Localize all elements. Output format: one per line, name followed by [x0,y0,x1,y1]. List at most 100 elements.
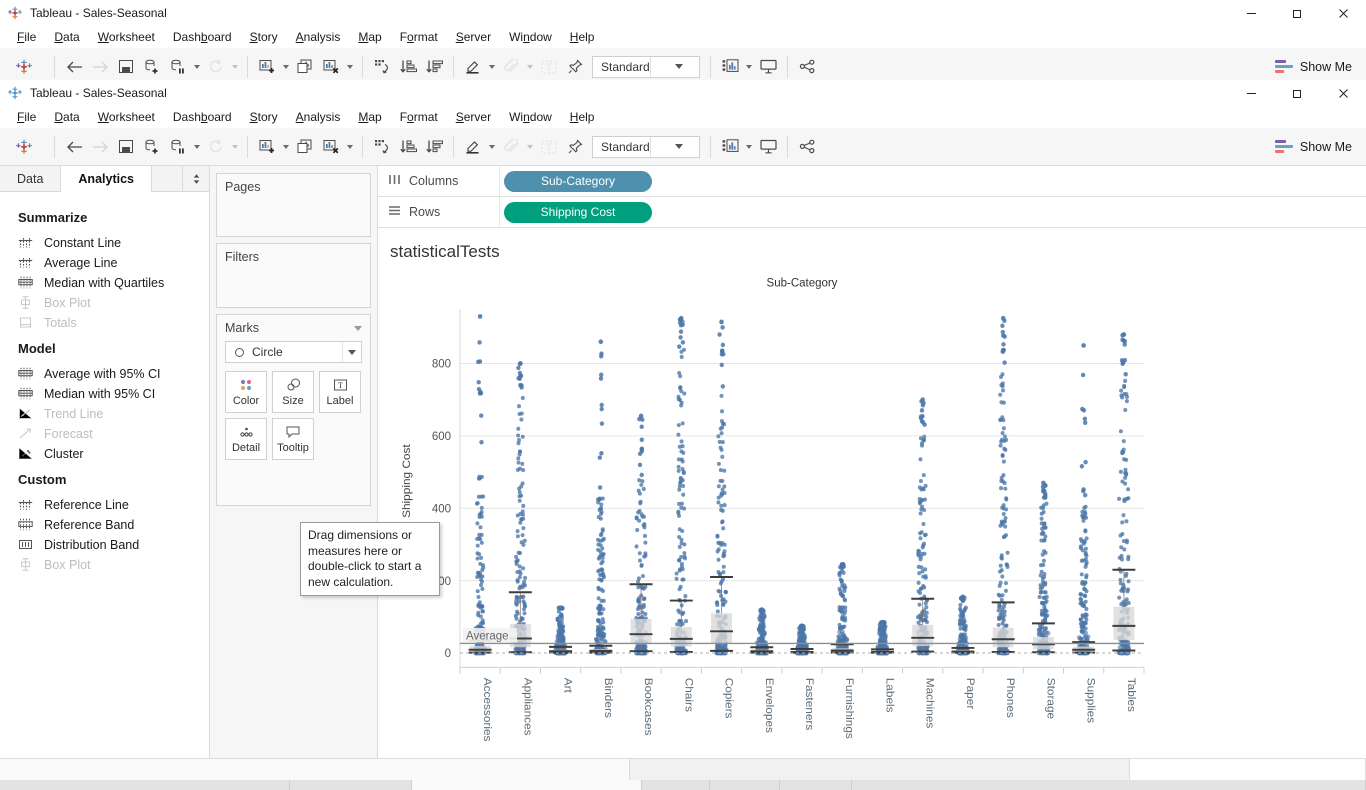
menu-story[interactable]: Story [241,28,287,46]
tab-data[interactable]: Data [0,166,61,191]
analytics-item-reference-line[interactable]: Reference Line [0,495,209,515]
box-plot[interactable] [791,649,814,653]
cards-caret-icon[interactable] [743,134,755,160]
menu-analysis[interactable]: Analysis [287,108,350,126]
x-tick-label[interactable]: Phones [1004,678,1017,718]
chevron-down-icon[interactable] [650,137,699,157]
x-tick-label[interactable]: Bookcases [642,678,655,736]
show-hide-cards-icon[interactable] [717,54,743,80]
sort-descending-icon[interactable] [421,54,447,80]
marks-size-button[interactable]: Size [272,371,314,413]
mark-cluster[interactable] [835,562,849,655]
clear-sheet-caret-icon[interactable] [344,134,356,160]
menu-file[interactable]: File [8,28,45,46]
fix-axes-icon[interactable] [562,54,588,80]
pause-updates-caret-icon[interactable] [191,54,203,80]
menu-data[interactable]: Data [45,108,88,126]
fit-dropdown[interactable]: Standard [592,56,700,78]
menu-map[interactable]: Map [349,108,390,126]
analytics-item-cluster[interactable]: Cluster [0,444,209,464]
rows-drop-zone[interactable]: Shipping Cost [500,197,1366,227]
show-hide-cards-icon[interactable] [717,134,743,160]
menu-data[interactable]: Data [45,28,88,46]
highlight-caret-icon[interactable] [486,134,498,160]
analytics-item-average-with-95-ci[interactable]: Average with 95% CI [0,364,209,384]
menu-map[interactable]: Map [349,28,390,46]
menu-file[interactable]: File [8,108,45,126]
new-worksheet-caret-icon[interactable] [280,134,292,160]
x-tick-label[interactable]: Chairs [682,678,695,712]
back-arrow-icon[interactable] [61,134,87,160]
x-tick-label[interactable]: Furnishings [843,678,856,739]
highlight-icon[interactable] [460,54,486,80]
menu-server[interactable]: Server [447,28,500,46]
box-plot[interactable] [1112,570,1135,651]
chart-svg[interactable]: Sub-Category0200400600800Shipping CostAv… [378,266,1366,758]
mark-cluster[interactable] [1077,343,1091,655]
tableau-logo-icon[interactable] [0,58,48,76]
x-tick-label[interactable]: Envelopes [763,678,776,733]
show-me-button[interactable]: Show Me [1275,60,1352,74]
sort-toggle-icon[interactable] [183,166,209,191]
minimize-button[interactable] [1228,80,1274,106]
tab-strip-nav[interactable] [0,780,290,790]
x-tick-label[interactable]: Machines [924,678,937,729]
clear-sheet-caret-icon[interactable] [344,54,356,80]
new-data-source-icon[interactable] [139,134,165,160]
pill-shipping-cost[interactable]: Shipping Cost [504,202,652,223]
menu-worksheet[interactable]: Worksheet [89,108,164,126]
menu-server[interactable]: Server [447,108,500,126]
chevron-down-icon[interactable] [650,57,699,77]
close-button[interactable] [1320,80,1366,106]
tab-analytics[interactable]: Analytics [61,166,152,192]
pause-auto-updates-icon[interactable] [165,134,191,160]
share-workbook-icon[interactable] [794,54,820,80]
chart-canvas[interactable]: Sub-Category0200400600800Shipping CostAv… [378,266,1366,758]
tab-strip-segment[interactable] [290,780,412,790]
box-plot[interactable] [1032,623,1055,652]
clear-sheet-icon[interactable] [318,54,344,80]
analytics-item-reference-band[interactable]: Reference Band [0,515,209,535]
box-plot[interactable] [589,646,612,653]
maximize-button[interactable] [1274,0,1320,26]
menu-help[interactable]: Help [561,108,604,126]
new-dashboard-tab[interactable] [710,780,780,790]
marks-label-button[interactable]: T Label [319,371,361,413]
new-worksheet-icon[interactable] [254,54,280,80]
x-tick-label[interactable]: Tables [1125,678,1138,712]
box-plot[interactable] [992,602,1015,652]
duplicate-sheet-icon[interactable] [292,54,318,80]
close-button[interactable] [1320,0,1366,26]
show-me-button[interactable]: Show Me [1275,140,1352,154]
columns-drop-zone[interactable]: Sub-Category [500,166,1366,196]
x-tick-label[interactable]: Appliances [521,678,534,736]
menu-worksheet[interactable]: Worksheet [89,28,164,46]
menu-analysis[interactable]: Analysis [287,28,350,46]
x-tick-label[interactable]: Labels [884,678,897,713]
x-tick-label[interactable]: Art [562,678,575,694]
new-story-tab[interactable] [780,780,852,790]
analytics-item-average-line[interactable]: Average Line [0,253,209,273]
x-tick-label[interactable]: Fasteners [803,678,816,731]
presentation-mode-icon[interactable] [755,134,781,160]
x-tick-label[interactable]: Supplies [1085,678,1098,724]
minimize-button[interactable] [1228,0,1274,26]
swap-rows-columns-icon[interactable] [369,54,395,80]
box-plot[interactable] [831,644,854,652]
mark-cluster[interactable] [473,314,487,655]
marks-color-button[interactable]: Color [225,371,267,413]
box-plot[interactable] [951,648,974,653]
sheet-tab-strip[interactable] [0,780,1366,790]
highlight-icon[interactable] [460,134,486,160]
menu-dashboard[interactable]: Dashboard [164,28,241,46]
new-worksheet-icon[interactable] [254,134,280,160]
sort-descending-icon[interactable] [421,134,447,160]
pill-sub-category[interactable]: Sub-Category [504,171,652,192]
new-worksheet-caret-icon[interactable] [280,54,292,80]
new-worksheet-tab[interactable] [642,780,710,790]
x-tick-label[interactable]: Accessories [481,678,494,742]
menu-window[interactable]: Window [500,28,561,46]
pause-updates-caret-icon[interactable] [191,134,203,160]
menu-story[interactable]: Story [241,108,287,126]
menu-format[interactable]: Format [391,28,447,46]
